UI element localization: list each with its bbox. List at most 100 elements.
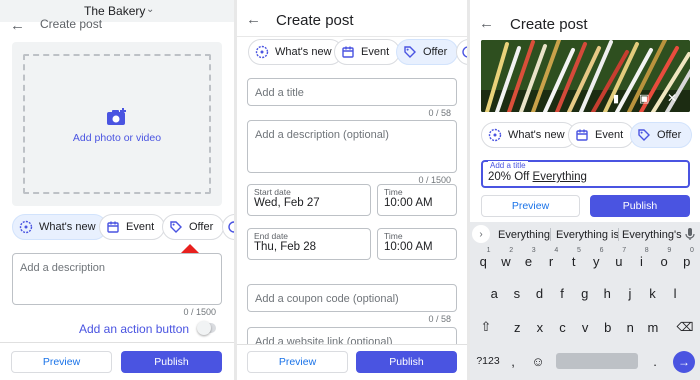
crop-icon[interactable]: ▣ [639, 92, 649, 105]
key-n[interactable]: n [619, 314, 642, 340]
add-photo-icon [107, 108, 126, 125]
key-c[interactable]: c [551, 314, 574, 340]
key-v[interactable]: v [574, 314, 597, 340]
key-hint: 0 [690, 247, 694, 254]
key-u[interactable]: u [608, 248, 631, 274]
chip-offer[interactable]: Offer [396, 39, 459, 65]
key-r[interactable]: r [540, 248, 563, 274]
suggestion-3[interactable]: Everything's [622, 229, 682, 241]
backspace-key[interactable]: ⌫ [672, 314, 698, 340]
chip-event[interactable]: Event [568, 122, 635, 148]
footer-divider [0, 342, 234, 343]
comma-key[interactable]: , [504, 348, 522, 374]
page-title: Create post [40, 17, 103, 31]
title-input[interactable]: Add a title 20% Off Everything [481, 160, 690, 188]
start-time-label: Time [384, 187, 403, 197]
title-value-composing: Everything [532, 171, 587, 183]
start-date-field[interactable]: Start date Wed, Feb 27 [247, 184, 371, 216]
coupon-counter: 0 / 58 [428, 314, 451, 324]
end-date-label: End date [254, 231, 289, 241]
whats-new-icon [488, 128, 502, 142]
reorder-icon[interactable]: ▮ [613, 92, 619, 105]
back-arrow-icon[interactable]: ← [479, 16, 494, 31]
publish-button[interactable]: Publish [356, 351, 457, 373]
key-q[interactable]: q [472, 248, 495, 274]
chip-more[interactable] [456, 39, 467, 65]
title-input[interactable]: Add a title [247, 78, 457, 106]
key-b[interactable]: b [596, 314, 619, 340]
key-x[interactable]: x [529, 314, 552, 340]
coupon-placeholder: Add a coupon code (optional) [255, 293, 399, 305]
chip-label: What's new [275, 46, 332, 58]
key-m[interactable]: m [642, 314, 665, 340]
end-date-field[interactable]: End date Thu, Feb 28 [247, 228, 371, 260]
end-time-value: 10:00 AM [384, 241, 433, 253]
chip-event[interactable]: Event [334, 39, 401, 65]
create-post-panel-2: ← Create post What's new Event Offer Add… [237, 0, 467, 380]
key-t[interactable]: t [562, 248, 585, 274]
chip-more[interactable] [222, 214, 234, 240]
key-l[interactable]: l [664, 280, 687, 306]
chip-whats-new[interactable]: What's new [248, 39, 343, 65]
publish-button[interactable]: Publish [121, 351, 222, 373]
key-s[interactable]: s [506, 280, 529, 306]
period-key[interactable]: . [646, 348, 664, 374]
action-button-toggle[interactable] [197, 321, 216, 335]
title-field-label: Add a title [488, 161, 528, 170]
key-j[interactable]: j [619, 280, 642, 306]
symbols-key[interactable]: ?123 [473, 348, 503, 374]
key-z[interactable]: z [506, 314, 529, 340]
suggestion-1[interactable]: Everything [498, 229, 550, 241]
key-i[interactable]: i [630, 248, 653, 274]
space-key[interactable] [556, 353, 638, 369]
key-g[interactable]: g [573, 280, 596, 306]
chip-offer[interactable]: Offer [162, 214, 225, 240]
preview-button[interactable]: Preview [247, 351, 348, 373]
chip-label: Event [595, 129, 624, 141]
shift-key[interactable]: ⇧ [473, 314, 499, 340]
chevron-right-icon[interactable]: › [472, 225, 490, 243]
calendar-icon [342, 46, 354, 58]
key-o[interactable]: o [653, 248, 676, 274]
key-y[interactable]: y [585, 248, 608, 274]
emoji-key[interactable]: ☺ [526, 348, 550, 374]
chip-offer[interactable]: Offer [630, 122, 693, 148]
chip-whats-new[interactable]: What's new [12, 214, 107, 240]
key-h[interactable]: h [596, 280, 619, 306]
title-value: 20% Off Everything [488, 171, 587, 183]
key-p[interactable]: p [675, 248, 698, 274]
preview-button[interactable]: Preview [11, 351, 112, 373]
end-time-field[interactable]: Time 10:00 AM [377, 228, 457, 260]
chip-whats-new[interactable]: What's new [481, 122, 576, 148]
key-a[interactable]: a [483, 280, 506, 306]
delete-icon[interactable]: ✕ [667, 91, 677, 105]
start-date-value: Wed, Feb 27 [254, 197, 320, 209]
chip-label: Offer [189, 221, 214, 233]
key-w[interactable]: w [495, 248, 518, 274]
tag-icon [638, 129, 650, 141]
key-k[interactable]: k [641, 280, 664, 306]
key-d[interactable]: d [528, 280, 551, 306]
start-date-label: Start date [254, 187, 291, 197]
microphone-icon[interactable] [684, 227, 696, 241]
description-input[interactable]: Add a description (optional) [247, 120, 457, 173]
business-name: The Bakery [84, 4, 146, 18]
description-input[interactable]: Add a description [12, 253, 222, 305]
back-arrow-icon[interactable]: ← [246, 12, 261, 27]
publish-button[interactable]: Publish [590, 195, 690, 217]
media-upload-area[interactable]: Add photo or video [12, 42, 222, 206]
chip-event[interactable]: Event [99, 214, 166, 240]
business-selector[interactable]: The Bakery ⌄ [0, 0, 234, 22]
start-time-field[interactable]: Time 10:00 AM [377, 184, 457, 216]
chip-label: What's new [508, 129, 565, 141]
keyboard-row-3: zxcvbnm [500, 314, 670, 342]
key-hint: 4 [554, 247, 559, 254]
suggestion-2[interactable]: Everything is [556, 229, 619, 241]
key-e[interactable]: e [517, 248, 540, 274]
enter-arrow-icon[interactable]: → [673, 351, 695, 373]
key-hint: 1 [486, 247, 491, 254]
key-f[interactable]: f [551, 280, 574, 306]
back-arrow-icon[interactable]: ← [10, 18, 25, 33]
preview-button[interactable]: Preview [481, 195, 580, 217]
coupon-input[interactable]: Add a coupon code (optional) [247, 284, 457, 312]
